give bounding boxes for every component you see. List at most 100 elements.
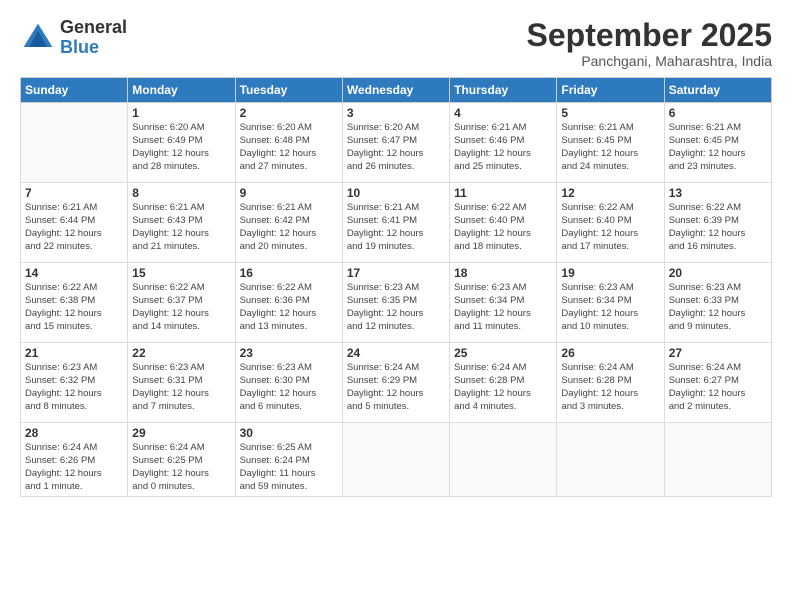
table-row: 22 Sunrise: 6:23 AM Sunset: 6:31 PM Dayli… <box>128 343 235 423</box>
day-info: Sunrise: 6:20 AM Sunset: 6:49 PM Dayligh… <box>132 122 230 173</box>
day-number: 2 <box>240 106 338 120</box>
day-number: 8 <box>132 186 230 200</box>
table-row: 11 Sunrise: 6:22 AM Sunset: 6:40 PM Dayli… <box>450 183 557 263</box>
day-info: Sunrise: 6:23 AM Sunset: 6:35 PM Dayligh… <box>347 282 445 333</box>
col-monday: Monday <box>128 78 235 103</box>
day-number: 19 <box>561 266 659 280</box>
day-number: 11 <box>454 186 552 200</box>
day-number: 10 <box>347 186 445 200</box>
day-number: 4 <box>454 106 552 120</box>
table-row: 27 Sunrise: 6:24 AM Sunset: 6:27 PM Dayli… <box>664 343 771 423</box>
table-row: 12 Sunrise: 6:22 AM Sunset: 6:40 PM Dayli… <box>557 183 664 263</box>
day-info: Sunrise: 6:22 AM Sunset: 6:37 PM Dayligh… <box>132 282 230 333</box>
table-row: 18 Sunrise: 6:23 AM Sunset: 6:34 PM Dayli… <box>450 263 557 343</box>
day-info: Sunrise: 6:20 AM Sunset: 6:48 PM Dayligh… <box>240 122 338 173</box>
day-number: 9 <box>240 186 338 200</box>
day-number: 6 <box>669 106 767 120</box>
day-number: 30 <box>240 426 338 440</box>
day-number: 13 <box>669 186 767 200</box>
day-number: 26 <box>561 346 659 360</box>
day-number: 14 <box>25 266 123 280</box>
day-info: Sunrise: 6:22 AM Sunset: 6:39 PM Dayligh… <box>669 202 767 253</box>
day-number: 15 <box>132 266 230 280</box>
day-number: 28 <box>25 426 123 440</box>
table-row: 1 Sunrise: 6:20 AM Sunset: 6:49 PM Daylig… <box>128 103 235 183</box>
day-info: Sunrise: 6:22 AM Sunset: 6:40 PM Dayligh… <box>454 202 552 253</box>
table-row: 15 Sunrise: 6:22 AM Sunset: 6:37 PM Dayli… <box>128 263 235 343</box>
table-row <box>450 423 557 497</box>
day-info: Sunrise: 6:22 AM Sunset: 6:36 PM Dayligh… <box>240 282 338 333</box>
table-row: 21 Sunrise: 6:23 AM Sunset: 6:32 PM Dayli… <box>21 343 128 423</box>
table-row: 17Sunrise: 6:23 AM Sunset: 6:35 PM Dayli… <box>342 263 449 343</box>
day-number: 29 <box>132 426 230 440</box>
table-row: 3 Sunrise: 6:20 AM Sunset: 6:47 PM Daylig… <box>342 103 449 183</box>
title-block: September 2025 Panchgani, Maharashtra, I… <box>527 18 772 69</box>
day-info: Sunrise: 6:24 AM Sunset: 6:25 PM Dayligh… <box>132 442 230 493</box>
day-info: Sunrise: 6:23 AM Sunset: 6:32 PM Dayligh… <box>25 362 123 413</box>
day-number: 18 <box>454 266 552 280</box>
logo: General Blue <box>20 18 127 58</box>
day-number: 23 <box>240 346 338 360</box>
day-info: Sunrise: 6:21 AM Sunset: 6:45 PM Dayligh… <box>669 122 767 173</box>
col-tuesday: Tuesday <box>235 78 342 103</box>
day-info: Sunrise: 6:23 AM Sunset: 6:31 PM Dayligh… <box>132 362 230 413</box>
day-info: Sunrise: 6:25 AM Sunset: 6:24 PM Dayligh… <box>240 442 338 493</box>
day-number: 1 <box>132 106 230 120</box>
table-row: 13 Sunrise: 6:22 AM Sunset: 6:39 PM Dayli… <box>664 183 771 263</box>
table-row: 25 Sunrise: 6:24 AM Sunset: 6:28 PM Dayli… <box>450 343 557 423</box>
day-info: Sunrise: 6:23 AM Sunset: 6:34 PM Dayligh… <box>454 282 552 333</box>
day-info: Sunrise: 6:24 AM Sunset: 6:29 PM Dayligh… <box>347 362 445 413</box>
day-info: Sunrise: 6:24 AM Sunset: 6:26 PM Dayligh… <box>25 442 123 493</box>
day-info: Sunrise: 6:23 AM Sunset: 6:34 PM Dayligh… <box>561 282 659 333</box>
month-title: September 2025 <box>527 18 772 53</box>
logo-general-text: General <box>60 18 127 38</box>
table-row: 29 Sunrise: 6:24 AM Sunset: 6:25 PM Dayli… <box>128 423 235 497</box>
table-row: 2 Sunrise: 6:20 AM Sunset: 6:48 PM Daylig… <box>235 103 342 183</box>
table-row: 7 Sunrise: 6:21 AM Sunset: 6:44 PM Daylig… <box>21 183 128 263</box>
day-info: Sunrise: 6:24 AM Sunset: 6:28 PM Dayligh… <box>454 362 552 413</box>
header: General Blue September 2025 Panchgani, M… <box>20 18 772 69</box>
calendar-header-row: Sunday Monday Tuesday Wednesday Thursday… <box>21 78 772 103</box>
day-info: Sunrise: 6:24 AM Sunset: 6:27 PM Dayligh… <box>669 362 767 413</box>
table-row: 19 Sunrise: 6:23 AM Sunset: 6:34 PM Dayli… <box>557 263 664 343</box>
day-number: 22 <box>132 346 230 360</box>
table-row <box>664 423 771 497</box>
day-info: Sunrise: 6:20 AM Sunset: 6:47 PM Dayligh… <box>347 122 445 173</box>
table-row: 20Sunrise: 6:23 AM Sunset: 6:33 PM Dayli… <box>664 263 771 343</box>
day-number: 5 <box>561 106 659 120</box>
day-info: Sunrise: 6:21 AM Sunset: 6:46 PM Dayligh… <box>454 122 552 173</box>
location: Panchgani, Maharashtra, India <box>527 53 772 69</box>
day-number: 3 <box>347 106 445 120</box>
table-row <box>557 423 664 497</box>
calendar-table: Sunday Monday Tuesday Wednesday Thursday… <box>20 77 772 497</box>
day-number: 7 <box>25 186 123 200</box>
table-row: 8 Sunrise: 6:21 AM Sunset: 6:43 PM Daylig… <box>128 183 235 263</box>
day-number: 27 <box>669 346 767 360</box>
table-row: 6 Sunrise: 6:21 AM Sunset: 6:45 PM Daylig… <box>664 103 771 183</box>
day-info: Sunrise: 6:21 AM Sunset: 6:44 PM Dayligh… <box>25 202 123 253</box>
table-row: 30 Sunrise: 6:25 AM Sunset: 6:24 PM Dayli… <box>235 423 342 497</box>
table-row: 9Sunrise: 6:21 AM Sunset: 6:42 PM Daylig… <box>235 183 342 263</box>
day-info: Sunrise: 6:21 AM Sunset: 6:45 PM Dayligh… <box>561 122 659 173</box>
col-thursday: Thursday <box>450 78 557 103</box>
day-number: 12 <box>561 186 659 200</box>
day-number: 25 <box>454 346 552 360</box>
table-row: 10 Sunrise: 6:21 AM Sunset: 6:41 PM Dayli… <box>342 183 449 263</box>
day-info: Sunrise: 6:22 AM Sunset: 6:40 PM Dayligh… <box>561 202 659 253</box>
table-row: 28 Sunrise: 6:24 AM Sunset: 6:26 PM Dayli… <box>21 423 128 497</box>
day-info: Sunrise: 6:21 AM Sunset: 6:41 PM Dayligh… <box>347 202 445 253</box>
day-info: Sunrise: 6:21 AM Sunset: 6:43 PM Dayligh… <box>132 202 230 253</box>
day-number: 21 <box>25 346 123 360</box>
logo-icon <box>20 20 56 56</box>
table-row: 26Sunrise: 6:24 AM Sunset: 6:28 PM Dayli… <box>557 343 664 423</box>
col-sunday: Sunday <box>21 78 128 103</box>
day-info: Sunrise: 6:22 AM Sunset: 6:38 PM Dayligh… <box>25 282 123 333</box>
col-saturday: Saturday <box>664 78 771 103</box>
table-row: 16Sunrise: 6:22 AM Sunset: 6:36 PM Dayli… <box>235 263 342 343</box>
day-number: 20 <box>669 266 767 280</box>
col-wednesday: Wednesday <box>342 78 449 103</box>
table-row: 23Sunrise: 6:23 AM Sunset: 6:30 PM Dayli… <box>235 343 342 423</box>
table-row: 5 Sunrise: 6:21 AM Sunset: 6:45 PM Daylig… <box>557 103 664 183</box>
day-number: 24 <box>347 346 445 360</box>
table-row: 14 Sunrise: 6:22 AM Sunset: 6:38 PM Dayli… <box>21 263 128 343</box>
